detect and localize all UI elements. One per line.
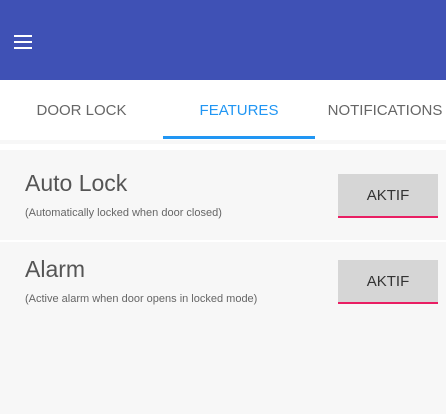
hamburger-menu-icon[interactable] [14,35,32,49]
feature-title: Auto Lock [25,170,128,196]
tab-features[interactable]: FEATURES [163,80,315,140]
feature-row-alarm: Alarm (Active alarm when door opens in l… [0,242,446,328]
section-divider [0,144,446,150]
tab-notifications[interactable]: NOTIFICATIONS [315,80,446,140]
alarm-toggle-button[interactable]: AKTIF [338,260,438,304]
feature-row-auto-lock: Auto Lock (Automatically locked when doo… [0,156,446,242]
tab-bar: DOOR LOCK FEATURES NOTIFICATIONS [0,80,446,140]
auto-lock-toggle-button[interactable]: AKTIF [338,174,438,218]
feature-subtitle: (Active alarm when door opens in locked … [25,293,258,305]
active-tab-indicator [163,136,315,139]
app-bar [0,0,446,80]
feature-subtitle: (Automatically locked when door closed) [25,207,222,219]
feature-title: Alarm [25,256,86,282]
tab-door-lock[interactable]: DOOR LOCK [0,80,163,140]
